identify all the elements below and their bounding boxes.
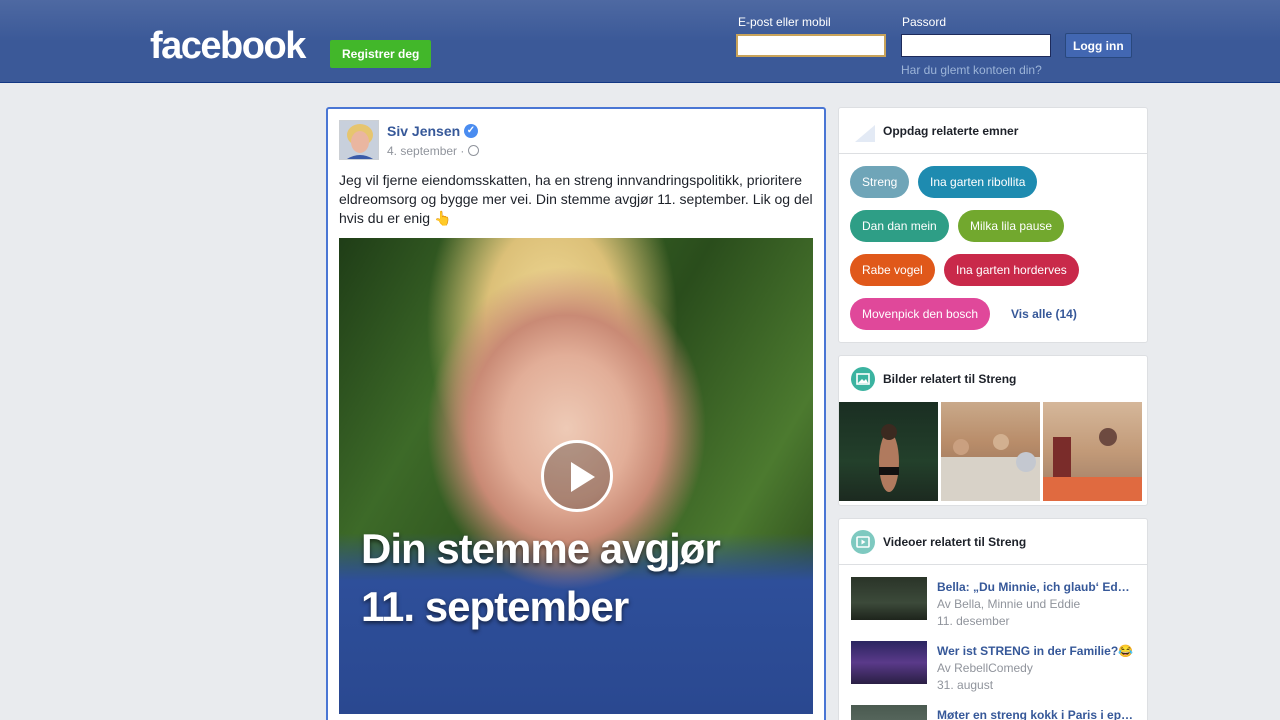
video-title[interactable]: Møter en streng kokk i Paris i ep… bbox=[937, 708, 1137, 720]
video-icon bbox=[851, 530, 875, 554]
post-card: Siv Jensen ✓ 4. september · Jeg vil fjer… bbox=[326, 107, 826, 720]
panel-header: Bilder relatert til Streng bbox=[839, 356, 1147, 402]
pointing-up-emoji: 👆 bbox=[433, 210, 452, 226]
video-player[interactable]: Din stemme avgjør 11. september bbox=[339, 238, 813, 714]
password-field[interactable] bbox=[901, 34, 1051, 57]
related-topics-title: Oppdag relaterte emner bbox=[883, 124, 1019, 138]
related-videos-panel: Videoer relatert til Streng Bella: „Du M… bbox=[838, 518, 1148, 720]
image-icon bbox=[851, 367, 875, 391]
register-button[interactable]: Registrer deg bbox=[330, 40, 432, 68]
discover-icon bbox=[855, 125, 875, 142]
forgot-account-link[interactable]: Har du glemt kontoen din? bbox=[901, 63, 1042, 77]
author-name[interactable]: Siv Jensen bbox=[387, 123, 460, 139]
avatar[interactable] bbox=[339, 120, 379, 160]
panel-header: Oppdag relaterte emner bbox=[839, 108, 1147, 154]
panel-header: Videoer relatert til Streng bbox=[839, 519, 1147, 565]
login-button[interactable]: Logg inn bbox=[1065, 33, 1132, 58]
video-thumbnail[interactable] bbox=[851, 705, 927, 720]
video-title[interactable]: Bella: „Du Minnie, ich glaub‘ Ed… bbox=[937, 580, 1137, 594]
video-author: Av Bella, Minnie und Eddie bbox=[937, 597, 1081, 611]
post-date[interactable]: 4. september · bbox=[387, 144, 464, 158]
video-caption-line1: Din stemme avgjør bbox=[361, 525, 721, 572]
topic-chip[interactable]: Rabe vogel bbox=[850, 254, 935, 286]
related-image-thumbnail[interactable] bbox=[941, 402, 1040, 501]
video-caption-line2: 11. september bbox=[361, 583, 629, 630]
related-image-thumbnail[interactable] bbox=[839, 402, 938, 501]
post-text-body: Jeg vil fjerne eiendomsskatten, ha en st… bbox=[339, 172, 813, 226]
topic-chip[interactable]: Movenpick den bosch bbox=[850, 298, 991, 330]
facebook-logo[interactable]: facebook bbox=[150, 26, 306, 66]
video-thumbnail[interactable] bbox=[851, 641, 927, 684]
verified-badge-icon: ✓ bbox=[464, 124, 478, 138]
post-text: Jeg vil fjerne eiendomsskatten, ha en st… bbox=[339, 171, 815, 228]
related-videos-title: Videoer relatert til Streng bbox=[883, 535, 1027, 549]
video-title[interactable]: Wer ist STRENG in der Familie?😂 bbox=[937, 644, 1137, 658]
related-images-panel: Bilder relatert til Streng bbox=[838, 355, 1148, 506]
video-thumbnail[interactable] bbox=[851, 577, 927, 620]
password-label: Passord bbox=[902, 15, 947, 29]
related-image-thumbnail[interactable] bbox=[1043, 402, 1142, 501]
topic-chip[interactable]: Ina garten horderves bbox=[944, 254, 1079, 286]
top-bar: facebook Registrer deg E-post eller mobi… bbox=[0, 0, 1280, 83]
video-author: Av RebellComedy bbox=[937, 661, 1033, 675]
topic-chip[interactable]: Dan dan mein bbox=[850, 210, 949, 242]
video-date: 11. desember bbox=[937, 614, 1010, 628]
play-icon[interactable] bbox=[541, 440, 613, 512]
email-field[interactable] bbox=[736, 34, 886, 57]
topic-chip[interactable]: Milka lila pause bbox=[958, 210, 1065, 242]
topic-chip[interactable]: Ina garten ribollita bbox=[918, 166, 1038, 198]
video-date: 31. august bbox=[937, 678, 994, 692]
topic-chip[interactable]: Streng bbox=[850, 166, 910, 198]
related-topics-panel: Oppdag relaterte emner Streng Ina garten… bbox=[838, 107, 1148, 343]
video-caption: Din stemme avgjør 11. september bbox=[361, 520, 721, 636]
email-label: E-post eller mobil bbox=[738, 15, 831, 29]
globe-icon bbox=[468, 145, 479, 156]
see-all-link[interactable]: Vis alle (14) bbox=[1011, 307, 1077, 321]
related-images-title: Bilder relatert til Streng bbox=[883, 372, 1017, 386]
